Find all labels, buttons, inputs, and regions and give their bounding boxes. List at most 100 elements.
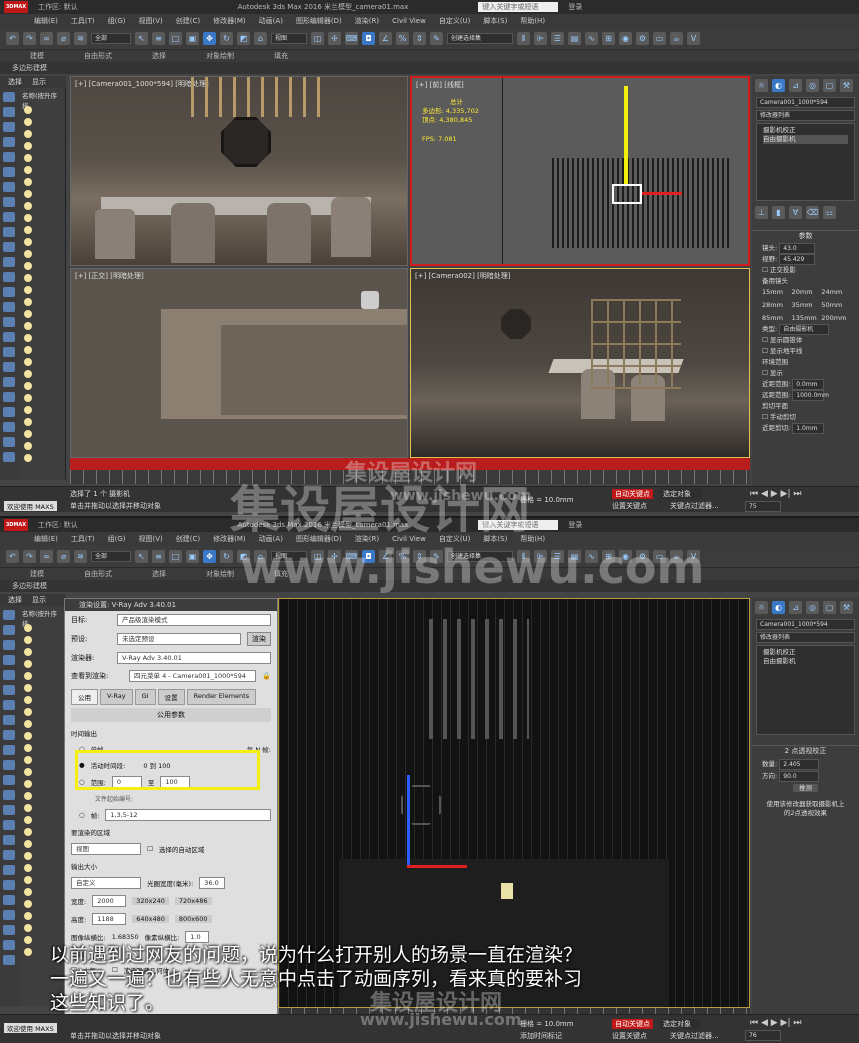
visibility-icon[interactable] [24, 406, 32, 414]
lens-button[interactable]: 135mm [792, 313, 820, 324]
manual-clip-checkbox[interactable]: 手动剪切 [770, 413, 796, 421]
visibility-icon[interactable] [24, 370, 32, 378]
visibility-icon[interactable] [24, 924, 32, 932]
ribbon-tab-populate[interactable]: 填充 [274, 51, 288, 61]
viewport-camera001[interactable]: [+] [Camera001_1000*594] [明暗处理] [70, 76, 408, 266]
visibility-icon[interactable] [24, 118, 32, 126]
scene-tab-select[interactable]: 选择 [8, 594, 22, 606]
visibility-icon[interactable] [24, 358, 32, 366]
group-filter-icon[interactable] [3, 212, 15, 222]
xref-filter-icon[interactable] [3, 745, 15, 755]
selection-filter[interactable]: 全部 [91, 33, 131, 44]
select-by-name-icon[interactable]: ≡ [152, 550, 165, 563]
find-icon[interactable] [3, 865, 15, 875]
utilities-tab-icon[interactable]: ⚒ [840, 601, 853, 614]
ribbon-tab-freeform[interactable]: 自由形式 [84, 51, 112, 61]
frames-radio[interactable]: 帧: [91, 810, 100, 820]
ribbon-tab-selection[interactable]: 选择 [152, 51, 166, 61]
mirror-icon[interactable]: ⫴ [517, 32, 530, 45]
target-dropdown[interactable]: 产品级渲染模式 [117, 614, 271, 626]
hierarchy-tab-icon[interactable]: ⊿ [789, 79, 802, 92]
camera-filter-icon[interactable] [3, 685, 15, 695]
pin-icon[interactable] [3, 955, 15, 965]
options-icon[interactable] [3, 940, 15, 950]
visibility-icon[interactable] [24, 214, 32, 222]
visibility-icon[interactable] [24, 202, 32, 210]
selection-filter[interactable]: 全部 [91, 551, 131, 562]
visibility-icon[interactable] [24, 286, 32, 294]
geometry-filter-icon[interactable] [3, 640, 15, 650]
hierarchy-tab-icon[interactable]: ⊿ [789, 601, 802, 614]
named-selection-set[interactable]: 创建选择集 [447, 33, 513, 44]
visibility-icon[interactable] [24, 624, 32, 632]
login-link[interactable]: 登录 [568, 2, 582, 12]
bone-filter-icon[interactable] [3, 242, 15, 252]
aperture-field[interactable]: 36.0 [199, 877, 226, 889]
visibility-icon[interactable] [24, 454, 32, 462]
render-frame-icon[interactable]: ▭ [653, 32, 666, 45]
modifier-camera-correction[interactable]: 摄影机校正 [763, 126, 848, 135]
display-none-icon[interactable] [3, 92, 15, 102]
visibility-icon[interactable] [24, 322, 32, 330]
menu-civil-view[interactable]: Civil View [392, 17, 426, 25]
remove-modifier-icon[interactable]: ⌫ [806, 206, 819, 219]
auto-key-button[interactable]: 自动关键点 [612, 489, 653, 499]
expand-icon[interactable] [3, 880, 15, 890]
orthographic-checkbox[interactable]: 正交投影 [770, 266, 796, 274]
spacewarp-filter-icon[interactable] [3, 715, 15, 725]
expand-icon[interactable] [3, 362, 15, 372]
show-horizon-checkbox[interactable]: 显示地平线 [770, 347, 803, 355]
menu-scripting[interactable]: 脚本(S) [483, 16, 507, 26]
tab-common[interactable]: 公用 [71, 689, 98, 705]
viewport-label[interactable]: [+] [正交] [明暗处理] [75, 271, 144, 281]
particle-filter-icon[interactable] [3, 775, 15, 785]
playback-controls-icon[interactable]: ⏮ ◀ ▶ ▶| ⏭ [750, 489, 801, 499]
find-icon[interactable] [3, 347, 15, 357]
edit-named-sel-icon[interactable]: ✎ [430, 32, 443, 45]
maxscript-listener[interactable]: 欢迎使用 MAXS [4, 501, 57, 511]
visibility-icon[interactable] [24, 744, 32, 752]
percent-snap-icon[interactable]: % [396, 32, 409, 45]
correction-rollout-title[interactable]: 2 点透视校正 [752, 745, 859, 756]
lock-icon[interactable] [3, 407, 15, 417]
sort-icon[interactable] [3, 850, 15, 860]
redo-icon[interactable]: ↷ [23, 32, 36, 45]
schematic-icon[interactable]: ⊞ [602, 32, 615, 45]
view-to-render-dropdown[interactable]: 四元菜单 4 - Camera001_1000*594 [129, 670, 257, 682]
amount-field[interactable]: 2.405 [779, 759, 820, 770]
area-dropdown[interactable]: 视图 [71, 843, 141, 855]
move-icon[interactable]: ✥ [203, 32, 216, 45]
visibility-icon[interactable] [24, 876, 32, 884]
bind-icon[interactable]: ≋ [74, 550, 87, 563]
visibility-icon[interactable] [24, 684, 32, 692]
move-icon[interactable]: ✥ [203, 550, 216, 563]
display-tab-icon[interactable]: ▢ [823, 79, 836, 92]
key-mode-dropdown[interactable]: 选定对象 [660, 489, 701, 499]
window-crossing-icon[interactable]: ▣ [186, 32, 199, 45]
visibility-icon[interactable] [24, 430, 32, 438]
lens-button[interactable]: 24mm [821, 287, 849, 298]
lens-button[interactable]: 20mm [792, 287, 820, 298]
far-range-field[interactable]: 1000.0mm [792, 390, 829, 401]
visibility-icon[interactable] [24, 672, 32, 680]
ribbon-tab-selection[interactable]: 选择 [152, 569, 166, 579]
visibility-icon[interactable] [24, 780, 32, 788]
scale-icon[interactable]: ◩ [237, 32, 250, 45]
visibility-icon[interactable] [24, 816, 32, 824]
width-field[interactable]: 2000 [92, 895, 127, 907]
pixel-aspect-field[interactable]: 1.0 [185, 931, 210, 943]
show-end-result-icon[interactable]: ▮ [772, 206, 785, 219]
search-input[interactable]: 键入关键字或短语 [478, 2, 559, 12]
menu-animation[interactable]: 动画(A) [259, 16, 283, 26]
select-manipulate-icon[interactable]: ✢ [328, 32, 341, 45]
ribbon-tab-modeling[interactable]: 建模 [30, 51, 44, 61]
keyboard-shortcut-icon[interactable]: ⌨ [345, 32, 358, 45]
visibility-icon[interactable] [24, 418, 32, 426]
visibility-icon[interactable] [24, 912, 32, 920]
ribbon-tab-object-paint[interactable]: 对象绘制 [206, 51, 234, 61]
reference-coord[interactable]: 视图 [271, 33, 307, 44]
frozen-filter-icon[interactable] [3, 287, 15, 297]
visibility-icon[interactable] [24, 346, 32, 354]
set-key-button[interactable]: 设置关键点 [612, 1031, 647, 1041]
bind-icon[interactable]: ≋ [74, 32, 87, 45]
